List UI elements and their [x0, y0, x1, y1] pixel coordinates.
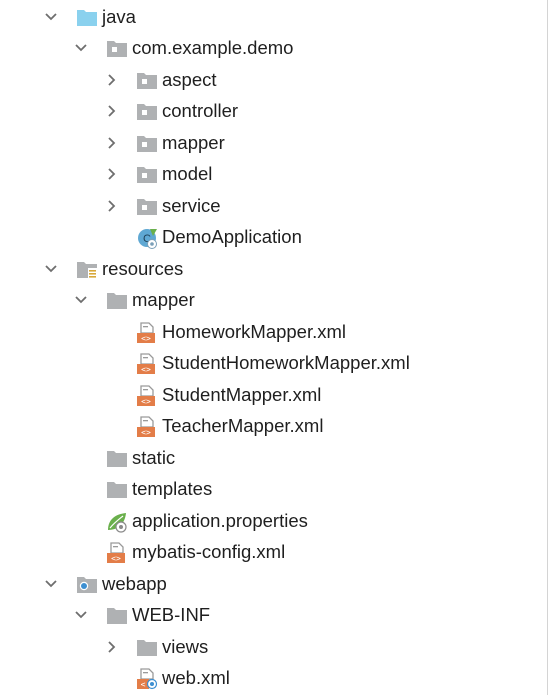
- tree-node-label: service: [162, 195, 221, 216]
- package-icon: [136, 133, 158, 155]
- tree-node-label: application.properties: [132, 510, 308, 531]
- svg-text:<>: <>: [141, 397, 151, 406]
- chevron-down-icon[interactable]: [42, 8, 60, 26]
- tree-node-label: aspect: [162, 69, 217, 90]
- tree-node-label: mapper: [162, 132, 225, 153]
- tree-node-label: webapp: [102, 573, 167, 594]
- folder-icon: [136, 637, 158, 659]
- xml-file-icon: <>: [106, 542, 128, 564]
- tree-node-aspect[interactable]: aspect: [0, 65, 545, 96]
- folder-icon: [106, 290, 128, 312]
- package-icon: [136, 196, 158, 218]
- tree-node-web-xml[interactable]: < web.xml: [0, 663, 545, 694]
- xml-file-icon: <>: [136, 353, 158, 375]
- svg-text:<>: <>: [141, 428, 151, 437]
- tree-node-model[interactable]: model: [0, 159, 545, 190]
- tree-node-resources[interactable]: resources: [0, 254, 545, 285]
- folder-resources-icon: [76, 259, 98, 281]
- tree-node-com-example-demo[interactable]: com.example.demo: [0, 33, 545, 64]
- folder-source-icon: [76, 7, 98, 29]
- svg-text:<>: <>: [111, 554, 121, 563]
- folder-icon: [106, 479, 128, 501]
- tree-node-application-properties[interactable]: application.properties: [0, 506, 545, 537]
- tree-node-label: views: [162, 636, 209, 657]
- tree-node-web-inf[interactable]: WEB-INF: [0, 600, 545, 631]
- tree-node-label: static: [132, 447, 176, 468]
- folder-web-icon: [76, 574, 98, 596]
- tree-node-mapper-package[interactable]: mapper: [0, 128, 545, 159]
- chevron-right-icon[interactable]: [103, 197, 121, 215]
- tree-node-webapp[interactable]: webapp: [0, 569, 545, 600]
- chevron-right-icon[interactable]: [103, 71, 121, 89]
- tree-node-java[interactable]: java: [0, 2, 545, 33]
- chevron-down-icon[interactable]: [42, 260, 60, 278]
- svg-text:<>: <>: [141, 365, 151, 374]
- tree-node-label: HomeworkMapper.xml: [162, 321, 347, 342]
- tree-node-label: StudentHomeworkMapper.xml: [162, 352, 410, 373]
- tree-node-views[interactable]: views: [0, 632, 545, 663]
- spring-properties-icon: [106, 511, 128, 533]
- xml-file-icon: <>: [136, 416, 158, 438]
- tree-node-controller[interactable]: controller: [0, 96, 545, 127]
- tree-node-label: com.example.demo: [132, 37, 294, 58]
- tree-node-label: mybatis-config.xml: [132, 541, 286, 562]
- tree-node-static[interactable]: static: [0, 443, 545, 474]
- tree-node-label: StudentMapper.xml: [162, 384, 322, 405]
- tree-node-label: mapper: [132, 289, 195, 310]
- tree-node-teacher-mapper-xml[interactable]: <> TeacherMapper.xml: [0, 411, 545, 442]
- tree-node-label: resources: [102, 258, 184, 279]
- tree-node-mapper-folder[interactable]: mapper: [0, 285, 545, 316]
- tree-node-service[interactable]: service: [0, 191, 545, 222]
- tree-node-student-homework-mapper-xml[interactable]: <> StudentHomeworkMapper.xml: [0, 348, 545, 379]
- tree-node-label: controller: [162, 100, 239, 121]
- chevron-right-icon[interactable]: [103, 638, 121, 656]
- web-xml-file-icon: <: [136, 668, 158, 690]
- folder-icon: [106, 605, 128, 627]
- chevron-down-icon[interactable]: [42, 575, 60, 593]
- chevron-right-icon[interactable]: [103, 165, 121, 183]
- tree-node-mybatis-config-xml[interactable]: <> mybatis-config.xml: [0, 537, 545, 568]
- tree-node-label: web.xml: [162, 667, 230, 688]
- tree-node-label: WEB-INF: [132, 604, 211, 625]
- tree-node-label: DemoApplication: [162, 226, 302, 247]
- svg-text:<>: <>: [141, 334, 151, 343]
- spring-boot-class-icon: C: [136, 227, 158, 249]
- tree-node-homework-mapper-xml[interactable]: <> HomeworkMapper.xml: [0, 317, 545, 348]
- package-icon: [106, 38, 128, 60]
- svg-text:<: <: [141, 680, 146, 689]
- package-icon: [136, 70, 158, 92]
- chevron-down-icon[interactable]: [72, 39, 90, 57]
- chevron-down-icon[interactable]: [72, 291, 90, 309]
- xml-file-icon: <>: [136, 385, 158, 407]
- tree-node-templates[interactable]: templates: [0, 474, 545, 505]
- package-icon: [136, 101, 158, 123]
- chevron-right-icon[interactable]: [103, 134, 121, 152]
- tree-node-label: templates: [132, 478, 213, 499]
- project-tree: java com.example.demo aspect controller …: [0, 0, 548, 695]
- chevron-down-icon[interactable]: [72, 606, 90, 624]
- folder-icon: [106, 448, 128, 470]
- xml-file-icon: <>: [136, 322, 158, 344]
- package-icon: [136, 164, 158, 186]
- tree-node-demo-application[interactable]: C DemoApplication: [0, 222, 545, 253]
- tree-node-label: TeacherMapper.xml: [162, 415, 324, 436]
- tree-node-label: model: [162, 163, 213, 184]
- tree-node-label: java: [102, 6, 136, 27]
- chevron-right-icon[interactable]: [103, 102, 121, 120]
- tree-node-student-mapper-xml[interactable]: <> StudentMapper.xml: [0, 380, 545, 411]
